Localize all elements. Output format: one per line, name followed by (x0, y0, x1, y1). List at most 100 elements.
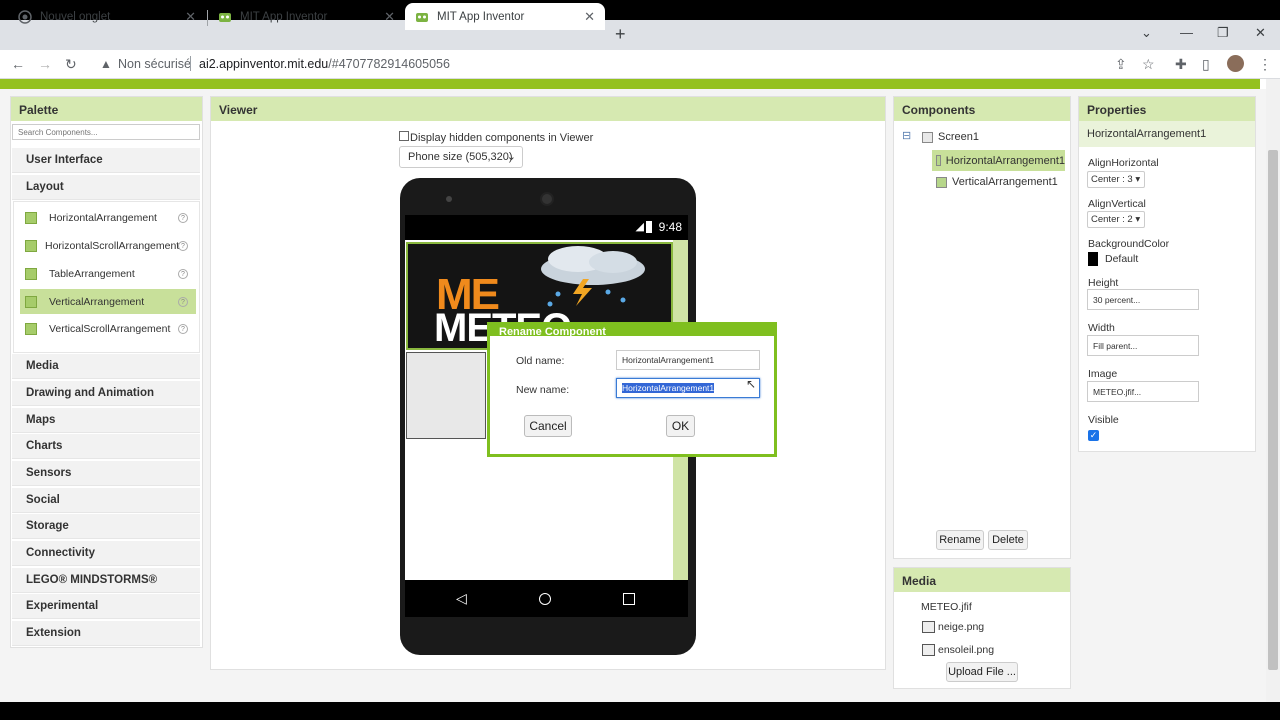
side-panel-icon[interactable]: ▯ (1202, 56, 1210, 73)
chrome-icon (18, 9, 32, 24)
close-icon[interactable]: ✕ (584, 9, 595, 25)
phone-size-select[interactable]: Phone size (505,320) ⌄ (399, 146, 523, 168)
app-inventor-icon (415, 10, 429, 24)
tab-app-inventor-2[interactable]: MIT App Inventor ✕ (405, 3, 605, 30)
align-horizontal-select[interactable]: Center : 3 ▾ (1087, 171, 1145, 188)
category-experimental[interactable]: Experimental (12, 594, 200, 619)
palette-item-horizontal-arrangement[interactable]: HorizontalArrangement ? (20, 205, 196, 230)
tab-app-inventor-1[interactable]: MIT App Inventor ✕ (208, 3, 405, 30)
collapse-icon[interactable]: ⊟ (902, 129, 911, 142)
media-file[interactable]: METEO.jfif (921, 601, 972, 613)
hidden-components-label: Display hidden components in Viewer (410, 132, 594, 144)
maximize-icon[interactable]: ❐ (1217, 25, 1229, 41)
visible-checkbox[interactable]: ✓ (1088, 430, 1099, 441)
old-name-label: Old name: (516, 355, 565, 367)
media-file[interactable]: neige.png (922, 621, 984, 634)
minimize-icon[interactable]: — (1180, 25, 1193, 40)
background-color-value[interactable]: Default (1105, 253, 1138, 265)
arrangement-icon (25, 239, 37, 252)
close-icon[interactable]: ✕ (185, 9, 196, 25)
address-toolbar (0, 50, 1280, 79)
status-bar: ◢ 9:48 (405, 215, 688, 240)
height-label: Height (1088, 277, 1119, 289)
cancel-button[interactable]: Cancel (524, 415, 572, 437)
tree-item-vertical-arrangement1[interactable]: VerticalArrangement1 (936, 176, 1058, 188)
help-icon[interactable]: ? (178, 323, 188, 334)
delete-button[interactable]: Delete (988, 530, 1028, 550)
reload-icon[interactable]: ↻ (65, 56, 77, 73)
tab-nouvel-onglet[interactable]: Nouvel onglet ✕ (8, 3, 206, 30)
image-icon (922, 644, 935, 657)
nav-home-icon (539, 593, 551, 605)
cursor-icon: ↖ (746, 377, 757, 391)
image-icon (922, 621, 935, 634)
new-name-field[interactable]: HorizontalArrangement1 (616, 378, 760, 398)
old-name-field[interactable]: HorizontalArrangement1 (616, 350, 760, 370)
menu-dots-icon[interactable]: ⋮ (1258, 56, 1272, 73)
avatar[interactable] (1227, 55, 1244, 72)
category-social[interactable]: Social (12, 488, 200, 513)
address-bar[interactable]: ai2.appinventor.mit.edu/#470778291460505… (199, 57, 450, 71)
category-maps[interactable]: Maps (12, 408, 200, 433)
palette-item-vertical-arrangement[interactable]: VerticalArrangement ? (20, 289, 196, 314)
help-icon[interactable]: ? (178, 296, 188, 307)
tree-item-screen1[interactable]: Screen1 (922, 131, 979, 143)
tree-item-label: VerticalArrangement1 (952, 176, 1058, 188)
tree-item-horizontal-arrangement1[interactable]: HorizontalArrangement1 (932, 150, 1065, 171)
palette-item-horizontal-scroll-arrangement[interactable]: HorizontalScrollArrangement ? (20, 233, 196, 258)
share-icon[interactable]: ⇪ (1115, 56, 1127, 73)
category-drawing-animation[interactable]: Drawing and Animation (12, 381, 200, 406)
warning-icon[interactable]: ▲ (100, 57, 112, 71)
category-layout[interactable]: Layout (12, 175, 200, 200)
phone-camera (540, 192, 554, 206)
align-vertical-select[interactable]: Center : 2 ▾ (1087, 211, 1145, 228)
image-field[interactable]: METEO.jfif... (1087, 381, 1199, 402)
category-sensors[interactable]: Sensors (12, 461, 200, 486)
forward-icon[interactable]: → (38, 56, 52, 72)
category-lego[interactable]: LEGO® MINDSTORMS® (12, 568, 200, 593)
palette-item-label: TableArrangement (49, 267, 135, 280)
security-label[interactable]: Non sécurisé (118, 57, 191, 71)
category-storage[interactable]: Storage (12, 514, 200, 539)
tab-search-icon[interactable]: ⌄ (1141, 25, 1152, 41)
help-icon[interactable]: ? (178, 240, 188, 251)
palette-item-vertical-scroll-arrangement[interactable]: VerticalScrollArrangement ? (20, 316, 196, 341)
back-icon[interactable]: ← (11, 56, 25, 72)
rename-button[interactable]: Rename (936, 530, 984, 550)
new-name-label: New name: (516, 384, 570, 396)
bookmark-star-icon[interactable]: ☆ (1142, 56, 1155, 73)
upload-file-button[interactable]: Upload File ... (946, 662, 1018, 682)
arrangement-icon (936, 176, 947, 188)
category-user-interface[interactable]: User Interface (12, 148, 200, 173)
vertical-arrangement-preview[interactable] (406, 352, 486, 439)
phone-size-value: Phone size (505,320) (408, 151, 513, 163)
help-icon[interactable]: ? (178, 268, 188, 279)
chevron-down-icon: ⌄ (506, 151, 516, 163)
viewer-title: Viewer (211, 97, 885, 121)
category-extension[interactable]: Extension (12, 621, 200, 646)
palette-item-table-arrangement[interactable]: TableArrangement ? (20, 261, 196, 286)
status-time: 9:48 (658, 220, 682, 234)
tab-title: MIT App Inventor (240, 10, 328, 23)
close-icon[interactable]: ✕ (384, 9, 395, 25)
category-charts[interactable]: Charts (12, 434, 200, 459)
palette-title: Palette (11, 97, 202, 121)
help-icon[interactable]: ? (178, 212, 188, 223)
app-inventor-icon (218, 10, 232, 24)
color-swatch[interactable] (1088, 252, 1098, 266)
new-tab-icon[interactable]: + (615, 24, 626, 45)
ok-button[interactable]: OK (666, 415, 695, 437)
height-field[interactable]: 30 percent... (1087, 289, 1199, 310)
width-label: Width (1088, 322, 1115, 334)
palette-search-input[interactable] (12, 124, 200, 140)
media-file[interactable]: ensoleil.png (922, 644, 994, 657)
hidden-components-checkbox[interactable] (399, 131, 409, 141)
extensions-icon[interactable]: ✚ (1175, 56, 1187, 73)
window-close-icon[interactable]: ✕ (1255, 25, 1266, 41)
category-media[interactable]: Media (12, 354, 200, 379)
battery-icon (646, 221, 652, 233)
arrangement-icon (25, 211, 37, 224)
width-field[interactable]: Fill parent... (1087, 335, 1199, 356)
scrollbar-thumb[interactable] (1268, 150, 1278, 670)
category-connectivity[interactable]: Connectivity (12, 541, 200, 566)
